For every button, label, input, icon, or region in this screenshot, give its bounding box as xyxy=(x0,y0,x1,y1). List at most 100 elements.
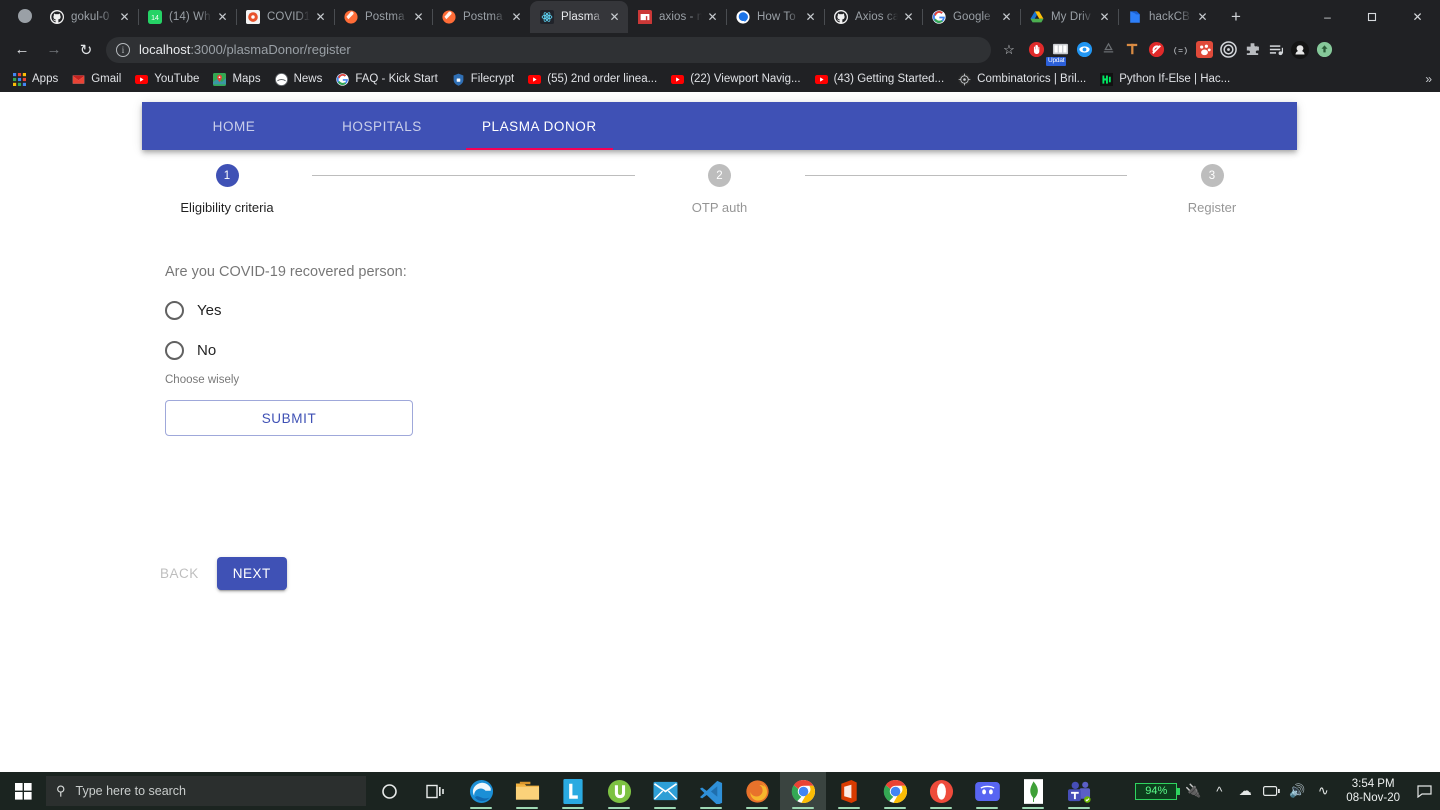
nav-tab-hospitals[interactable]: HOSPITALS xyxy=(322,102,442,150)
next-step-button[interactable]: NEXT xyxy=(216,557,287,590)
step-otp-auth[interactable]: 2 OTP auth xyxy=(635,164,805,215)
site-info-icon[interactable]: i xyxy=(116,42,130,57)
tab-close-icon[interactable]: ✕ xyxy=(215,10,230,25)
bookmark-item[interactable]: Combinatorics | Bril... xyxy=(951,68,1093,90)
target-icon[interactable] xyxy=(1217,39,1239,61)
windows-start-icon[interactable] xyxy=(0,772,46,810)
bookmark-item[interactable]: (43) Getting Started... xyxy=(808,68,952,90)
action-center-icon[interactable] xyxy=(1410,772,1438,810)
browser-tab[interactable]: COVID1 ✕ xyxy=(236,1,334,33)
bookmark-item[interactable]: FAQ - Kick Start xyxy=(329,68,444,90)
bookmarks-overflow-button[interactable]: » xyxy=(1425,72,1432,86)
filecrypt-icon xyxy=(452,73,465,86)
bookmark-item[interactable]: (55) 2nd order linea... xyxy=(521,68,664,90)
submit-button[interactable]: SUBMIT xyxy=(165,400,413,436)
minimize-button[interactable]: – xyxy=(1305,0,1350,33)
taskbar-utorrent-icon[interactable] xyxy=(596,772,642,810)
taskbar-opera-icon[interactable] xyxy=(918,772,964,810)
maximize-button[interactable] xyxy=(1350,0,1395,33)
red-paw-icon[interactable] xyxy=(1193,39,1215,61)
recycle-icon[interactable] xyxy=(1097,39,1119,61)
bookmark-star-icon[interactable]: ☆ xyxy=(997,42,1021,58)
close-button[interactable]: ✕ xyxy=(1395,0,1440,33)
address-bar[interactable]: i localhost:3000/plasmaDonor/register xyxy=(106,36,991,63)
bookmark-item[interactable]: Maps xyxy=(206,68,267,90)
tab-close-icon[interactable]: ✕ xyxy=(509,10,524,25)
upload-icon[interactable] xyxy=(1313,39,1335,61)
taskbar-firefox-icon[interactable] xyxy=(734,772,780,810)
bookmark-item[interactable]: Gmail xyxy=(65,68,128,90)
bookmark-item[interactable]: Filecrypt xyxy=(445,68,521,90)
taskbar-office-icon[interactable] xyxy=(826,772,872,810)
tab-close-icon[interactable]: ✕ xyxy=(313,10,328,25)
tab-close-icon[interactable]: ✕ xyxy=(901,10,916,25)
taskbar-chrome-icon[interactable] xyxy=(872,772,918,810)
avatar-icon[interactable] xyxy=(1289,39,1311,61)
stop-icon[interactable] xyxy=(1145,39,1167,61)
taskbar-teams-icon[interactable] xyxy=(1056,772,1102,810)
tab-close-icon[interactable]: ✕ xyxy=(705,10,720,25)
taskbar-vscode-icon[interactable] xyxy=(688,772,734,810)
tab-close-icon[interactable]: ✕ xyxy=(117,10,132,25)
taskbar-mongodb-icon[interactable] xyxy=(1010,772,1056,810)
browser-tab[interactable]: How To ✕ xyxy=(726,1,824,33)
step-eligibility-criteria[interactable]: 1 Eligibility criteria xyxy=(142,164,312,215)
bookmark-label: Filecrypt xyxy=(470,73,515,85)
bookmark-item[interactable]: YouTube xyxy=(128,68,206,90)
cortana-icon[interactable] xyxy=(366,772,412,810)
tab-close-icon[interactable]: ✕ xyxy=(411,10,426,25)
browser-tab[interactable]: Postma ✕ xyxy=(432,1,530,33)
bookmark-item[interactable]: News xyxy=(268,68,330,90)
nav-tab-home[interactable]: HOME xyxy=(174,102,294,150)
taskbar-clock[interactable]: 3:54 PM 08-Nov-20 xyxy=(1336,777,1410,805)
step-register[interactable]: 3 Register xyxy=(1127,164,1297,215)
adblock-icon[interactable] xyxy=(1025,39,1047,61)
taskbar-chrome-icon[interactable] xyxy=(780,772,826,810)
tab-close-icon[interactable]: ✕ xyxy=(1097,10,1112,25)
volume-icon[interactable]: 🔊 xyxy=(1284,772,1310,810)
browser-tab-active[interactable]: Plasma ✕ xyxy=(530,1,628,33)
browser-tab[interactable]: hackCB ✕ xyxy=(1118,1,1216,33)
taskbar-file-explorer-icon[interactable] xyxy=(504,772,550,810)
tampermonkey-icon[interactable] xyxy=(1121,39,1143,61)
playlist-icon[interactable] xyxy=(1265,39,1287,61)
radio-option-no[interactable]: No xyxy=(165,334,413,366)
profile-avatar[interactable] xyxy=(18,9,32,23)
battery-icon[interactable] xyxy=(1258,772,1284,810)
nav-tab-plasma-donor[interactable]: PLASMA DONOR xyxy=(466,102,613,150)
headphone-icon[interactable]: ☁ xyxy=(1232,772,1258,810)
new-tab-button[interactable]: + xyxy=(1222,3,1250,31)
taskbar-search-input[interactable]: ⚲ Type here to search xyxy=(46,776,366,806)
taskbar-mail-icon[interactable] xyxy=(642,772,688,810)
browser-tab[interactable]: My Driv ✕ xyxy=(1020,1,1118,33)
battery-percent-badge[interactable]: 94% xyxy=(1135,782,1181,800)
tab-close-icon[interactable]: ✕ xyxy=(999,10,1014,25)
taskbar-edge-icon[interactable] xyxy=(458,772,504,810)
browser-tab[interactable]: gokul-0 ✕ xyxy=(40,1,138,33)
bookmark-item[interactable]: Apps xyxy=(6,68,65,90)
taskbar-l-app-icon[interactable] xyxy=(550,772,596,810)
update-extension-icon[interactable]: Updat xyxy=(1046,39,1071,66)
radio-circle-icon[interactable] xyxy=(165,300,184,320)
radio-option-yes[interactable]: Yes xyxy=(165,294,413,326)
back-button[interactable]: ← xyxy=(8,36,36,64)
eye-icon[interactable] xyxy=(1073,39,1095,61)
chevron-up-icon[interactable]: ^ xyxy=(1206,772,1232,810)
browser-tab[interactable]: Google ✕ xyxy=(922,1,1020,33)
tab-close-icon[interactable]: ✕ xyxy=(607,10,622,25)
browser-tab[interactable]: Axios ca ✕ xyxy=(824,1,922,33)
bookmark-item[interactable]: (22) Viewport Navig... xyxy=(664,68,807,90)
bookmark-item[interactable]: Python If-Else | Hac... xyxy=(1093,68,1237,90)
browser-tab[interactable]: axios - n ✕ xyxy=(628,1,726,33)
browser-tab[interactable]: Postma ✕ xyxy=(334,1,432,33)
taskbar-discord-icon[interactable] xyxy=(964,772,1010,810)
browser-tab[interactable]: 14 (14) Wh ✕ xyxy=(138,1,236,33)
reload-button[interactable]: ↻ xyxy=(72,36,100,64)
tab-close-icon[interactable]: ✕ xyxy=(803,10,818,25)
radio-circle-icon[interactable] xyxy=(165,340,184,360)
brackets-icon[interactable]: (=) xyxy=(1169,39,1191,61)
tab-close-icon[interactable]: ✕ xyxy=(1195,10,1210,25)
wifi-icon[interactable]: ∿ xyxy=(1310,772,1336,810)
puzzle-icon[interactable] xyxy=(1241,39,1263,61)
task-view-icon[interactable] xyxy=(412,772,458,810)
